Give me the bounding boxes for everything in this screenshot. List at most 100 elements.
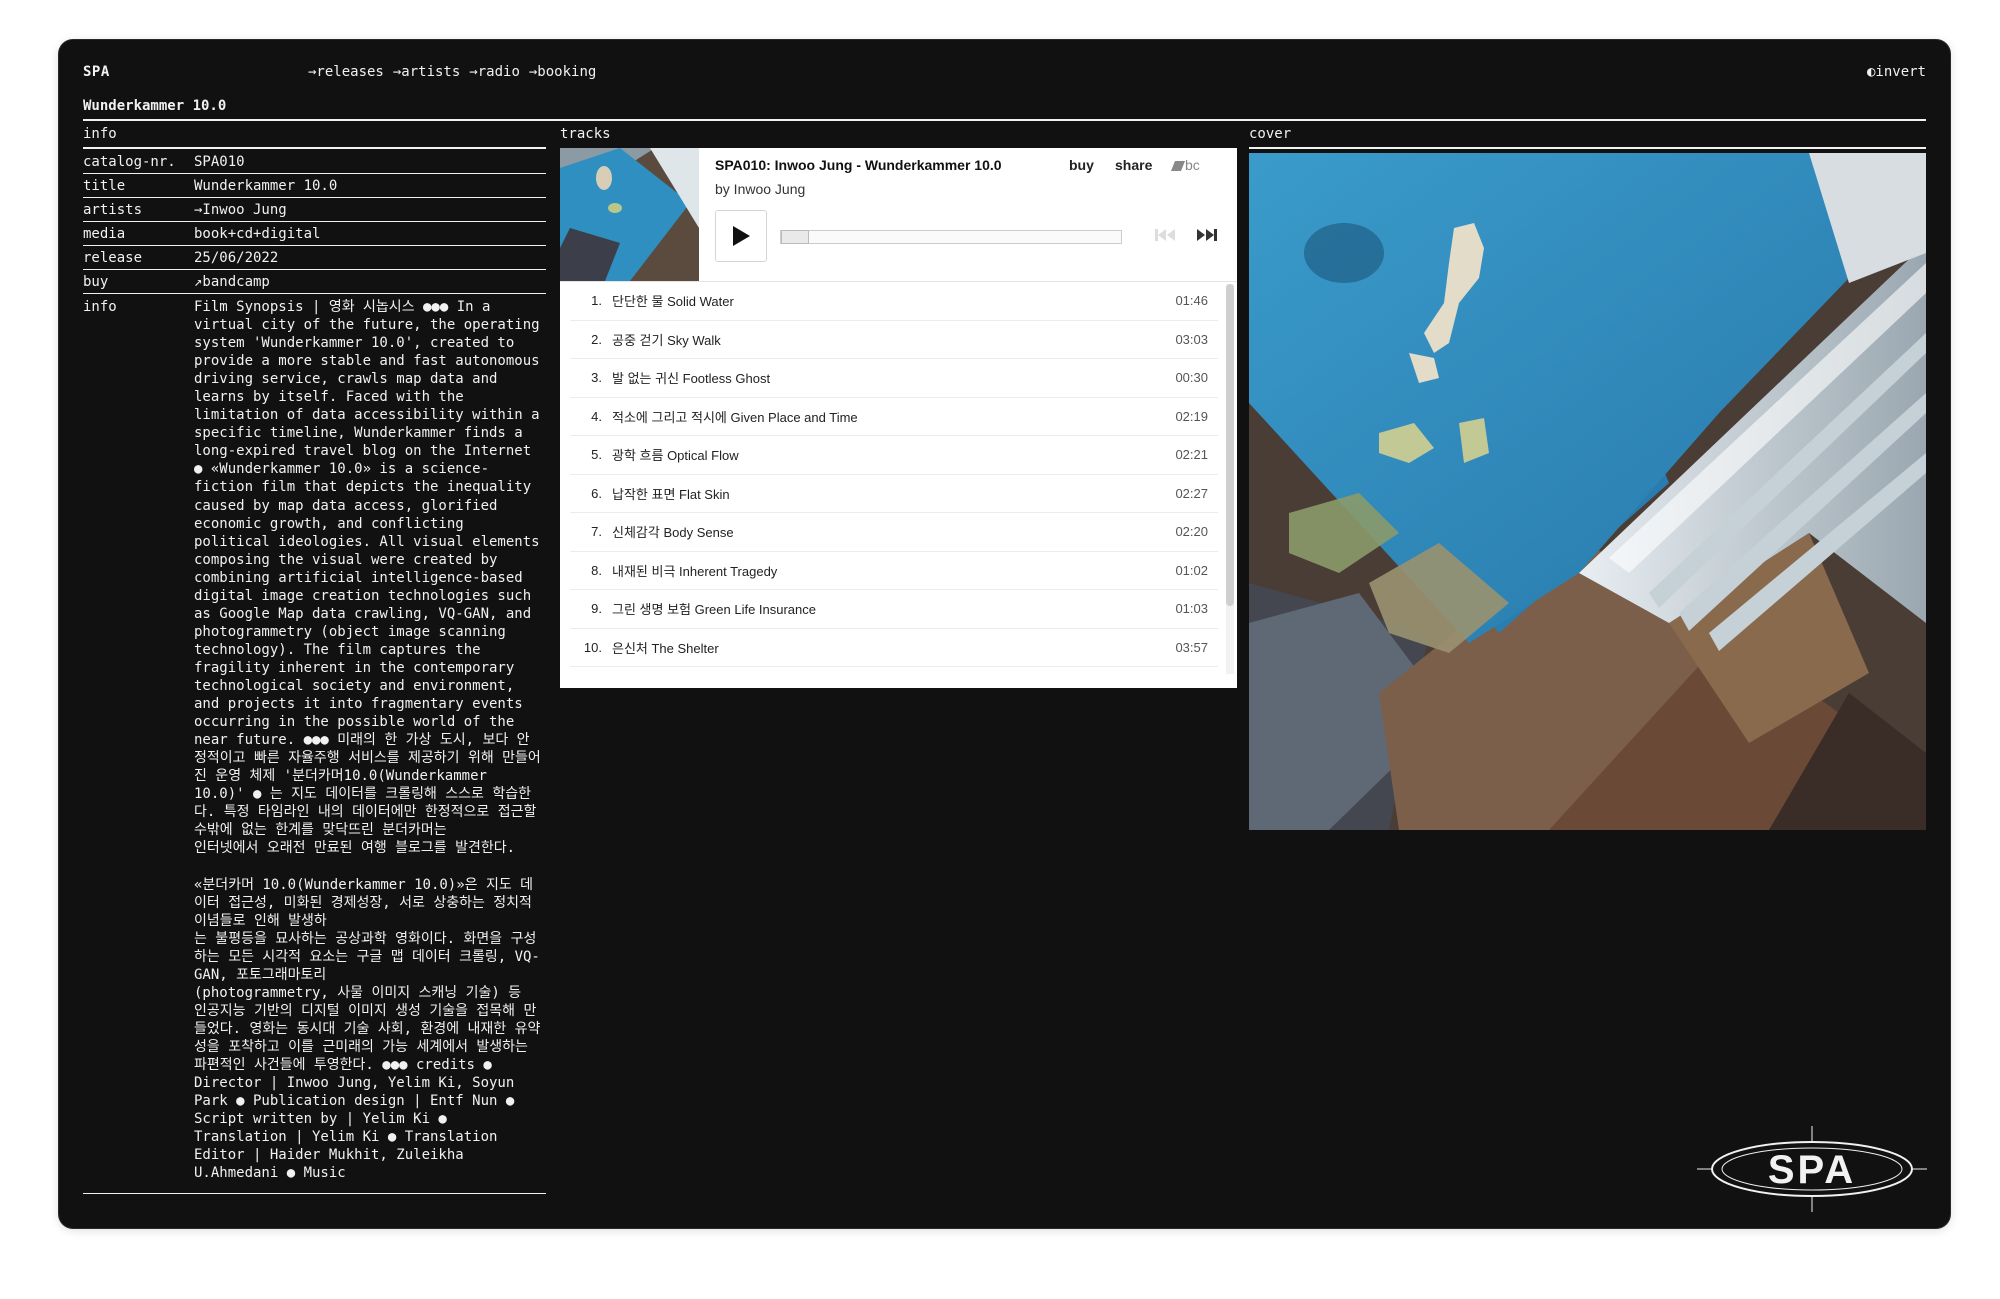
track-row[interactable]: 3. 발 없는 귀신 Footless Ghost 00:30 [570, 359, 1218, 398]
track-duration: 01:03 [1175, 601, 1208, 617]
track-row[interactable]: 4. 적소에 그리고 적시에 Given Place and Time 02:19 [570, 398, 1218, 436]
footer-logo-text: SPA [1768, 1148, 1856, 1192]
track-row[interactable]: 8. 내재된 비극 Inherent Tragedy 01:02 [570, 552, 1218, 590]
info-row-release: release 25/06/2022 [83, 246, 546, 270]
info-key: info [83, 299, 117, 315]
info-row-media: media book+cd+digital [83, 222, 546, 246]
track-title: 단단한 물 Solid Water [612, 294, 734, 310]
track-duration: 02:20 [1175, 524, 1208, 540]
player-album-title[interactable]: SPA010: Inwoo Jung - Wunderkammer 10.0 [715, 157, 1002, 173]
track-row[interactable]: 10. 은신처 The Shelter 03:57 [570, 629, 1218, 667]
cover-section-label: cover [1249, 126, 1292, 142]
release-description: Film Synopsis | 영화 시놉시스 ●●● In a virtual… [194, 299, 541, 1182]
player-header: SPA010: Inwoo Jung - Wunderkammer 10.0 b… [560, 148, 1237, 282]
player-album-art[interactable] [560, 148, 699, 281]
previous-track-button[interactable] [1154, 228, 1176, 247]
track-number: 6. [591, 485, 602, 501]
info-key: release [83, 250, 143, 266]
info-row-artists: artists →Inwoo Jung [83, 198, 546, 222]
scrollbar-thumb[interactable] [1226, 284, 1234, 606]
invert-toggle[interactable]: ◐invert [1867, 64, 1926, 80]
info-divider [83, 147, 546, 149]
previous-track-icon [1155, 229, 1175, 241]
track-duration: 01:46 [1175, 293, 1208, 309]
info-row-catalog: catalog-nr. SPA010 [83, 150, 546, 174]
track-number: 8. [591, 562, 602, 578]
cover-image [1249, 153, 1926, 830]
info-row-title: title Wunderkammer 10.0 [83, 174, 546, 198]
info-key: buy [83, 274, 109, 290]
track-row[interactable]: 6. 납작한 표면 Flat Skin 02:27 [570, 475, 1218, 513]
site-logo[interactable]: SPA [83, 64, 110, 80]
info-section-label: info [83, 126, 117, 142]
info-value: SPA010 [194, 154, 245, 170]
nav-radio[interactable]: →radio [469, 64, 520, 80]
track-number: 1. [591, 293, 602, 309]
info-key: artists [83, 202, 143, 218]
info-row-description: info Film Synopsis | 영화 시놉시스 ●●● In a vi… [83, 294, 546, 1194]
bandcamp-logo-text: bc [1185, 157, 1200, 173]
track-list: 1. 단단한 물 Solid Water 01:46 2. 공중 걷기 Sky Wal… [560, 282, 1226, 667]
track-duration: 03:57 [1175, 639, 1208, 655]
info-value: 25/06/2022 [194, 250, 279, 266]
track-duration: 00:30 [1175, 370, 1208, 386]
track-duration: 03:03 [1175, 331, 1208, 347]
nav-artists[interactable]: →artists [393, 64, 460, 80]
track-row[interactable]: 2. 공중 걷기 Sky Walk 03:03 [570, 321, 1218, 359]
release-heading: Wunderkammer 10.0 [83, 98, 227, 114]
track-title: 그린 생명 보험 Green Life Insurance [612, 602, 817, 618]
progress-thumb[interactable] [781, 230, 809, 244]
progress-bar[interactable] [780, 230, 1122, 244]
track-title: 납작한 표면 Flat Skin [612, 486, 730, 502]
app-window: SPA →releases →artists →radio →booking ◐… [59, 40, 1950, 1228]
share-button[interactable]: share [1115, 157, 1152, 173]
track-title: 광학 흐름 Optical Flow [612, 448, 739, 464]
info-row-buy: buy ↗bandcamp [83, 270, 546, 294]
buy-button[interactable]: buy [1069, 157, 1094, 173]
tracks-section-label: tracks [560, 126, 611, 142]
player-artist[interactable]: by Inwoo Jung [715, 181, 805, 197]
track-row[interactable]: 9. 그린 생명 보험 Green Life Insurance 01:03 [570, 590, 1218, 629]
play-button[interactable] [715, 210, 767, 262]
track-row[interactable]: 1. 단단한 물 Solid Water 01:46 [570, 282, 1218, 321]
info-table: catalog-nr. SPA010 title Wunderkammer 10… [83, 150, 546, 1194]
bandcamp-logo[interactable]: bc [1171, 157, 1200, 173]
nav-booking[interactable]: →booking [529, 64, 596, 80]
track-number: 3. [591, 370, 602, 386]
track-title: 은신처 The Shelter [612, 640, 719, 656]
track-title: 신체감각 Body Sense [612, 525, 734, 541]
track-title: 공중 걷기 Sky Walk [612, 332, 721, 348]
info-key: catalog-nr. [83, 154, 176, 170]
track-title: 발 없는 귀신 Footless Ghost [612, 371, 771, 387]
track-number: 7. [591, 524, 602, 540]
track-number: 4. [591, 408, 602, 424]
track-row[interactable]: 5. 광학 흐름 Optical Flow 02:21 [570, 436, 1218, 475]
info-value: Wunderkammer 10.0 [194, 178, 338, 194]
info-value: book+cd+digital [194, 226, 321, 242]
info-key: title [83, 178, 126, 194]
track-list-scrollbar[interactable] [1226, 284, 1234, 674]
track-number: 2. [591, 331, 602, 347]
next-track-icon [1197, 229, 1217, 241]
next-track-button[interactable] [1196, 228, 1218, 247]
track-number: 9. [591, 601, 602, 617]
track-number: 5. [591, 447, 602, 463]
track-title: 적소에 그리고 적시에 Given Place and Time [612, 409, 858, 425]
info-key: media [83, 226, 126, 242]
heading-divider [83, 119, 1926, 121]
track-title: 내재된 비극 Inherent Tragedy [612, 563, 778, 579]
artist-link[interactable]: →Inwoo Jung [194, 202, 546, 218]
main-nav: →releases →artists →radio →booking [308, 64, 596, 80]
track-duration: 02:21 [1175, 447, 1208, 463]
track-number: 10. [583, 639, 602, 655]
footer-logo[interactable]: SPA [1697, 1126, 1927, 1212]
track-duration: 02:27 [1175, 485, 1208, 501]
track-row[interactable]: 7. 신체감각 Body Sense 02:20 [570, 513, 1218, 552]
nav-releases[interactable]: →releases [308, 64, 384, 80]
bandcamp-link[interactable]: ↗bandcamp [194, 274, 546, 290]
play-icon [733, 226, 750, 246]
bandcamp-player: SPA010: Inwoo Jung - Wunderkammer 10.0 b… [560, 148, 1237, 688]
cover-divider [1249, 147, 1926, 149]
track-duration: 01:02 [1175, 562, 1208, 578]
track-duration: 02:19 [1175, 408, 1208, 424]
